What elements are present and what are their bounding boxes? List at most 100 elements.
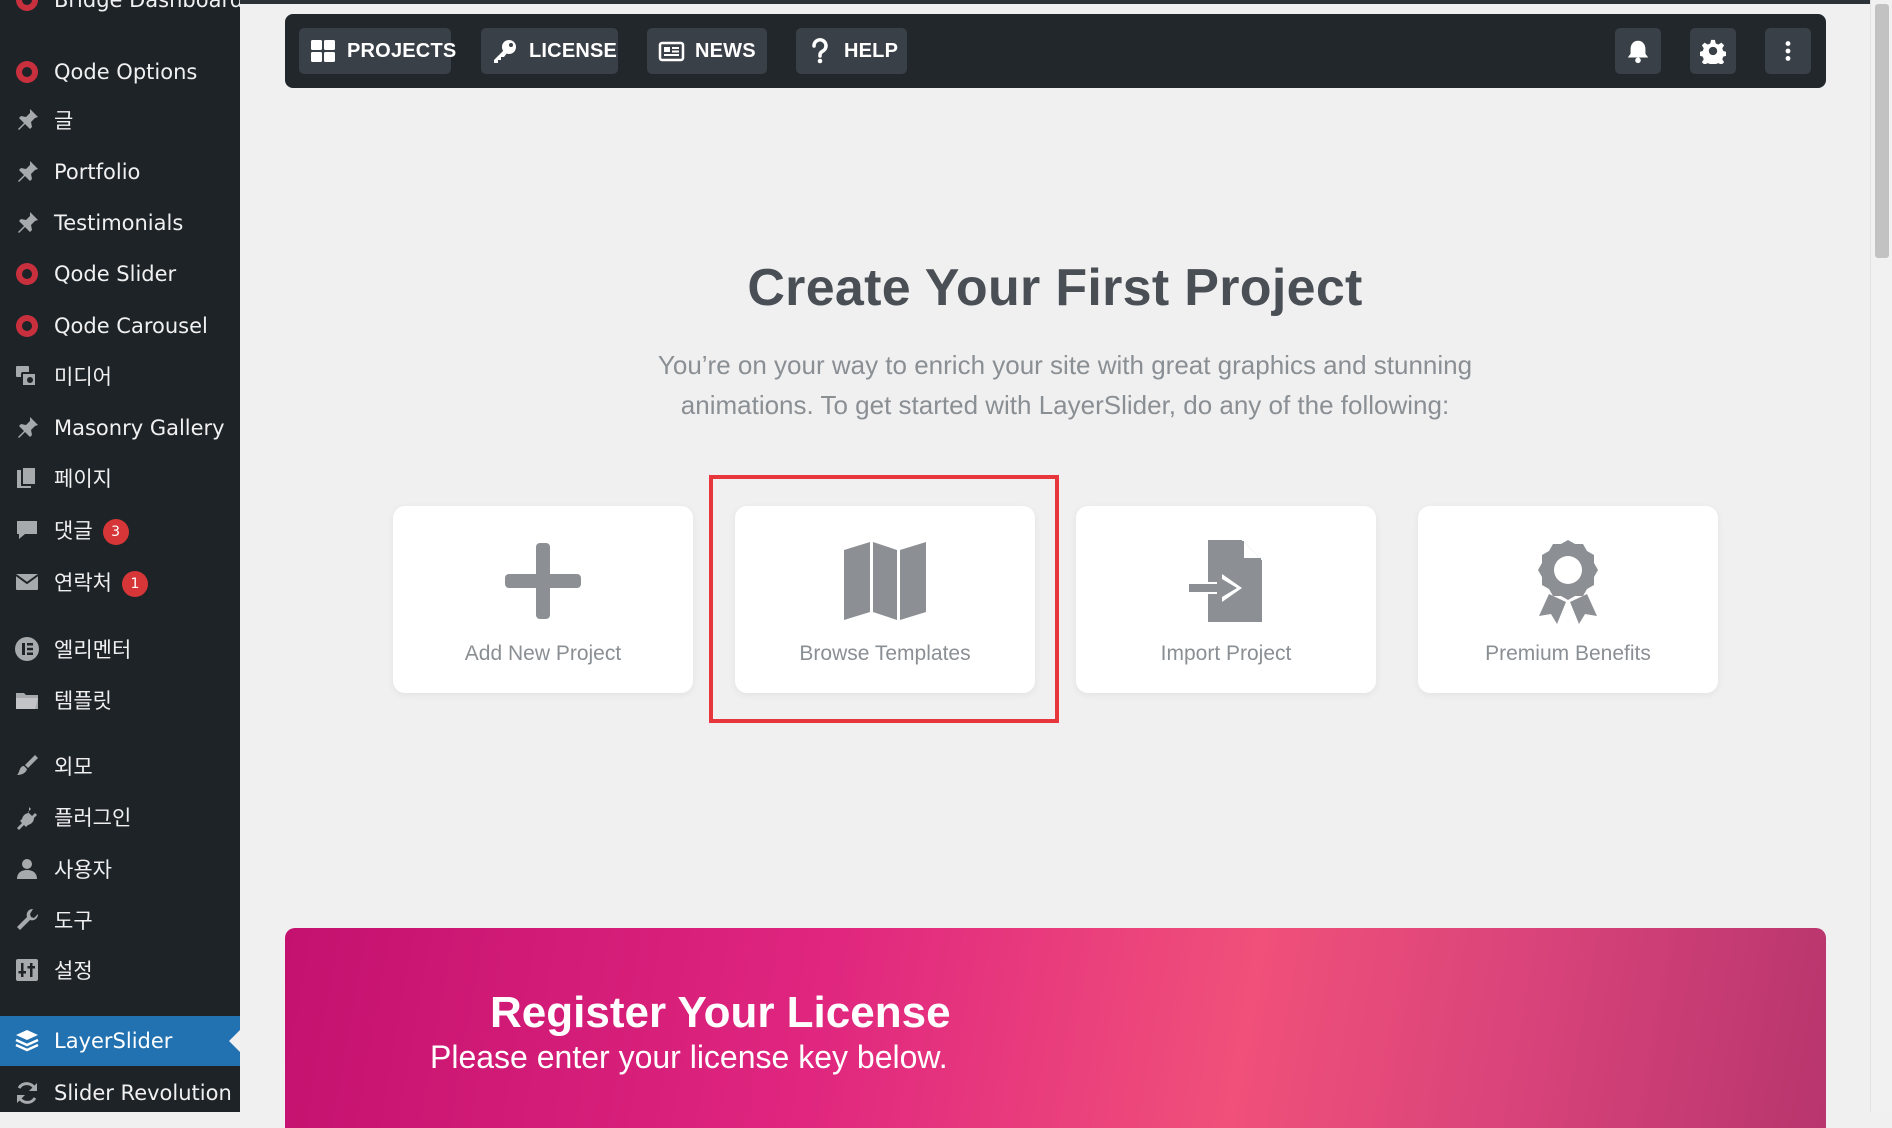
- sidebar-item-label: Bridge Dashboard: [54, 0, 240, 12]
- notifications-button[interactable]: [1615, 28, 1661, 74]
- news-label: NEWS: [695, 39, 756, 62]
- license-label: LICENSE: [529, 39, 618, 62]
- sidebar-item-qode-options[interactable]: Qode Options: [0, 48, 240, 96]
- question-icon: [806, 37, 844, 65]
- sidebar-item-templates[interactable]: 템플릿: [0, 676, 240, 724]
- help-button[interactable]: HELP: [796, 28, 907, 74]
- folder-icon: [13, 686, 41, 714]
- qode-circle-icon: [13, 312, 41, 340]
- sidebar-item-bridge-dashboard[interactable]: Bridge Dashboard: [0, 0, 240, 24]
- register-license-banner: Register Your License Please enter your …: [285, 928, 1826, 1128]
- card-label: Import Project: [1160, 642, 1292, 665]
- sidebar-item-tools[interactable]: 도구: [0, 896, 240, 944]
- sidebar-item-posts[interactable]: 글: [0, 96, 240, 144]
- layerslider-toolbar: PROJECTS LICENSE NEWS HELP: [285, 14, 1826, 88]
- card-label: Premium Benefits: [1485, 642, 1651, 665]
- projects-label: PROJECTS: [347, 39, 457, 62]
- qode-circle-icon: [13, 58, 41, 86]
- sidebar-item-layerslider[interactable]: LayerSlider: [0, 1016, 240, 1066]
- sidebar-item-slider-revolution[interactable]: Slider Revolution: [0, 1069, 240, 1112]
- comment-count-badge: 3: [102, 519, 129, 545]
- news-button[interactable]: NEWS: [647, 28, 767, 74]
- comment-icon: [13, 516, 41, 544]
- sidebar-item-label: 댓글: [54, 519, 93, 543]
- scrollbar-thumb[interactable]: [1875, 4, 1889, 258]
- newspaper-icon: [657, 37, 695, 65]
- sidebar-item-settings[interactable]: 설정: [0, 946, 240, 994]
- sidebar-item-users[interactable]: 사용자: [0, 845, 240, 893]
- card-label: Browse Templates: [799, 642, 971, 665]
- qode-circle-icon: [13, 260, 41, 288]
- sidebar-item-qode-slider[interactable]: Qode Slider: [0, 250, 240, 298]
- top-border: [240, 0, 1870, 4]
- license-button[interactable]: LICENSE: [481, 28, 618, 74]
- sidebar-item-media[interactable]: 미디어: [0, 352, 240, 400]
- sidebar-item-qode-carousel[interactable]: Qode Carousel: [0, 302, 240, 350]
- sidebar-item-appearance[interactable]: 외모: [0, 742, 240, 790]
- add-new-project-card[interactable]: Add New Project: [393, 506, 693, 693]
- grid-icon: [309, 37, 347, 65]
- sidebar-item-elementor[interactable]: 엘리멘터: [0, 625, 240, 673]
- premium-benefits-card[interactable]: Premium Benefits: [1418, 506, 1718, 693]
- page-title: Create Your First Project: [747, 259, 1363, 317]
- sidebar-item-portfolio[interactable]: Portfolio: [0, 148, 240, 196]
- sidebar-item-label: 외모: [54, 755, 93, 779]
- map-icon: [840, 538, 930, 624]
- elementor-icon: [13, 635, 41, 663]
- sidebar-item-label: 템플릿: [54, 689, 112, 713]
- pin-icon: [13, 158, 41, 186]
- help-label: HELP: [844, 39, 899, 62]
- sidebar-item-label: 연락처: [54, 571, 112, 595]
- import-file-icon: [1181, 538, 1271, 624]
- sidebar-item-label: 미디어: [54, 365, 112, 389]
- sidebar-item-contacts[interactable]: 연락처 1: [0, 558, 240, 606]
- projects-button[interactable]: PROJECTS: [299, 28, 456, 74]
- layers-icon: [13, 1027, 41, 1055]
- award-icon: [1523, 538, 1613, 624]
- pin-icon: [13, 106, 41, 134]
- plugin-icon: [13, 803, 41, 831]
- contact-count-badge: 1: [121, 571, 148, 597]
- page-scrollbar[interactable]: [1870, 0, 1892, 1112]
- sidebar-item-label: Portfolio: [54, 160, 141, 184]
- card-label: Add New Project: [464, 642, 622, 665]
- sidebar-item-label: Masonry Gallery: [54, 416, 225, 440]
- sidebar-item-label: Qode Carousel: [54, 314, 208, 338]
- sidebar-item-label: 설정: [54, 959, 93, 983]
- wrench-icon: [13, 906, 41, 934]
- banner-title: Register Your License: [490, 988, 951, 1037]
- gear-icon: [1700, 38, 1726, 64]
- sidebar-item-label: Qode Slider: [54, 262, 177, 286]
- sidebar-item-label: 플러그인: [54, 806, 132, 830]
- sidebar-item-label: 페이지: [54, 467, 112, 491]
- sidebar-item-label: Slider Revolution: [54, 1081, 232, 1105]
- sidebar-item-label: Testimonials: [54, 211, 184, 235]
- refresh-icon: [13, 1079, 41, 1107]
- pin-icon: [13, 209, 41, 237]
- media-icon: [13, 362, 41, 390]
- admin-sidebar: Bridge Dashboard Qode Options 글 Portfoli…: [0, 0, 240, 1112]
- sidebar-item-label: Qode Options: [54, 60, 198, 84]
- sidebar-item-label: 도구: [54, 909, 93, 933]
- sidebar-item-label: 사용자: [54, 858, 112, 882]
- sidebar-item-label: 글: [54, 109, 74, 133]
- sidebar-item-label: LayerSlider: [54, 1029, 173, 1053]
- settings-icon: [13, 956, 41, 984]
- brush-icon: [13, 752, 41, 780]
- import-project-card[interactable]: Import Project: [1076, 506, 1376, 693]
- settings-button[interactable]: [1690, 28, 1736, 74]
- sidebar-item-plugins[interactable]: 플러그인: [0, 793, 240, 841]
- sidebar-item-pages[interactable]: 페이지: [0, 454, 240, 502]
- browse-templates-card[interactable]: Browse Templates: [735, 506, 1035, 693]
- more-vertical-icon: [1775, 38, 1801, 64]
- mail-icon: [13, 568, 41, 596]
- more-options-button[interactable]: [1765, 28, 1811, 74]
- banner-subtitle: Please enter your license key below.: [430, 1039, 948, 1075]
- sidebar-item-testimonials[interactable]: Testimonials: [0, 199, 240, 247]
- user-icon: [13, 855, 41, 883]
- sidebar-item-comments[interactable]: 댓글 3: [0, 506, 240, 554]
- main-content: PROJECTS LICENSE NEWS HELP Create Your F…: [240, 0, 1870, 1128]
- sidebar-item-masonry-gallery[interactable]: Masonry Gallery: [0, 404, 240, 452]
- sidebar-item-label: 엘리멘터: [54, 638, 132, 662]
- key-icon: [491, 37, 529, 65]
